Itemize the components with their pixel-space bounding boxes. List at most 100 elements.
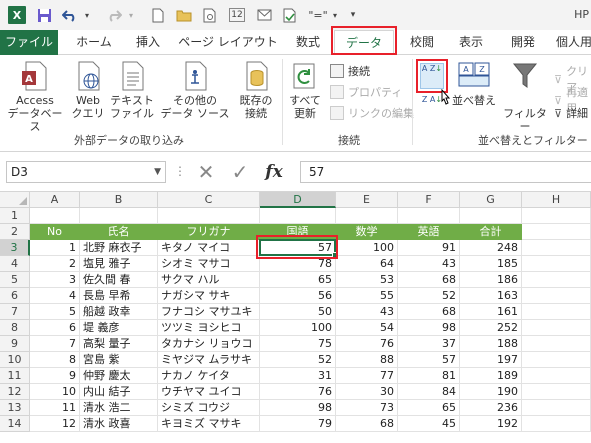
name-box[interactable]: D3 ▼: [6, 161, 166, 183]
table-header-cell[interactable]: フリガナ: [158, 224, 260, 240]
table-cell[interactable]: 佐久間 春: [80, 272, 158, 288]
redo-dropdown-icon[interactable]: ▾: [126, 6, 136, 24]
row-header-5[interactable]: 5: [0, 272, 30, 288]
empty-cell[interactable]: [522, 368, 591, 384]
table-cell[interactable]: 76: [336, 336, 398, 352]
email-icon[interactable]: [254, 6, 274, 24]
table-cell[interactable]: 45: [398, 416, 460, 432]
empty-cell[interactable]: [522, 256, 591, 272]
table-cell[interactable]: 仲野 慶太: [80, 368, 158, 384]
empty-cell[interactable]: [260, 208, 336, 224]
row-header-7[interactable]: 7: [0, 304, 30, 320]
tab-home[interactable]: ホーム: [66, 30, 122, 55]
table-cell[interactable]: 73: [336, 400, 398, 416]
empty-cell[interactable]: [522, 352, 591, 368]
table-cell[interactable]: 75: [260, 336, 336, 352]
table-cell[interactable]: 30: [336, 384, 398, 400]
row-header-9[interactable]: 9: [0, 336, 30, 352]
excel-icon[interactable]: X: [8, 6, 26, 24]
table-cell[interactable]: 宮島 紫: [80, 352, 158, 368]
dropdown-icon[interactable]: ▾: [330, 6, 340, 24]
worksheet-grid[interactable]: A B C D E F G H 1 2 3 4 5 6 7 8 9 10 11 12 13 14 No 氏名 フリガナ 国語 数学英…: [0, 192, 591, 443]
empty-cell[interactable]: [522, 208, 591, 224]
tab-insert[interactable]: 挿入: [126, 30, 170, 55]
table-header-cell[interactable]: 氏名: [80, 224, 158, 240]
table-cell[interactable]: 161: [460, 304, 522, 320]
table-cell[interactable]: 185: [460, 256, 522, 272]
empty-cell[interactable]: [522, 304, 591, 320]
empty-cell[interactable]: [522, 224, 591, 240]
edit-links-button[interactable]: リンクの編集: [330, 105, 414, 121]
table-cell[interactable]: 2: [30, 256, 80, 272]
row-header-14[interactable]: 14: [0, 416, 30, 432]
enter-icon[interactable]: ✓: [228, 160, 252, 184]
sort-ascending-button[interactable]: A Z↓: [420, 63, 444, 89]
empty-cell[interactable]: [336, 208, 398, 224]
row-header-8[interactable]: 8: [0, 320, 30, 336]
table-cell[interactable]: 清水 浩二: [80, 400, 158, 416]
table-cell[interactable]: 長島 早希: [80, 288, 158, 304]
empty-cell[interactable]: [522, 416, 591, 432]
undo-dropdown-icon[interactable]: ▾: [82, 6, 92, 24]
table-cell[interactable]: 43: [336, 304, 398, 320]
table-header-cell[interactable]: 国語: [260, 224, 336, 240]
table-header-cell[interactable]: 数学: [336, 224, 398, 240]
insert-function-icon[interactable]: fx: [262, 160, 286, 184]
row-header-6[interactable]: 6: [0, 288, 30, 304]
web-query-button[interactable]: Web クエリ: [70, 61, 106, 120]
table-cell[interactable]: 163: [460, 288, 522, 304]
table-cell[interactable]: 50: [260, 304, 336, 320]
table-cell[interactable]: サクマ ハル: [158, 272, 260, 288]
tab-personal[interactable]: 個人用: [552, 30, 591, 55]
table-cell[interactable]: 197: [460, 352, 522, 368]
table-cell[interactable]: 236: [460, 400, 522, 416]
table-cell[interactable]: 堤 義彦: [80, 320, 158, 336]
column-header-D[interactable]: D: [260, 192, 336, 208]
column-header-A[interactable]: A: [30, 192, 80, 208]
empty-cell[interactable]: [522, 320, 591, 336]
connections-button[interactable]: 接続: [330, 63, 370, 79]
row-header-11[interactable]: 11: [0, 368, 30, 384]
tab-review[interactable]: 校閲: [400, 30, 444, 55]
table-cell[interactable]: 78: [260, 256, 336, 272]
save-icon[interactable]: [34, 6, 54, 24]
text-file-button[interactable]: テキスト ファイル: [106, 61, 158, 120]
fill-handle[interactable]: [332, 252, 338, 258]
tab-file[interactable]: ファイル: [0, 30, 58, 55]
formula-bar-grip-icon[interactable]: ⋮: [174, 164, 186, 178]
row-header-4[interactable]: 4: [0, 256, 30, 272]
table-cell[interactable]: 54: [336, 320, 398, 336]
table-cell[interactable]: 68: [336, 416, 398, 432]
empty-cell[interactable]: [522, 272, 591, 288]
table-cell[interactable]: 52: [398, 288, 460, 304]
table-cell[interactable]: 98: [260, 400, 336, 416]
table-cell[interactable]: 清水 政喜: [80, 416, 158, 432]
table-cell[interactable]: 3: [30, 272, 80, 288]
table-cell[interactable]: 1: [30, 240, 80, 256]
undo-icon[interactable]: [60, 6, 80, 24]
table-cell[interactable]: 65: [398, 400, 460, 416]
table-cell[interactable]: 188: [460, 336, 522, 352]
cancel-icon[interactable]: ✕: [194, 160, 218, 184]
table-cell[interactable]: 68: [398, 272, 460, 288]
table-cell[interactable]: 76: [260, 384, 336, 400]
column-header-C[interactable]: C: [158, 192, 260, 208]
table-cell[interactable]: 5: [30, 304, 80, 320]
table-cell[interactable]: 37: [398, 336, 460, 352]
empty-cell[interactable]: [398, 208, 460, 224]
column-header-B[interactable]: B: [80, 192, 158, 208]
table-cell[interactable]: 79: [260, 416, 336, 432]
table-cell[interactable]: 53: [336, 272, 398, 288]
redo-icon[interactable]: [104, 6, 124, 24]
table-cell[interactable]: 68: [398, 304, 460, 320]
table-cell[interactable]: 北野 麻衣子: [80, 240, 158, 256]
empty-cell[interactable]: [522, 400, 591, 416]
table-cell[interactable]: 81: [398, 368, 460, 384]
table-cell[interactable]: 98: [398, 320, 460, 336]
table-cell[interactable]: 内山 結子: [80, 384, 158, 400]
table-cell[interactable]: 7: [30, 336, 80, 352]
table-cell[interactable]: 64: [336, 256, 398, 272]
table-cell[interactable]: 9: [30, 368, 80, 384]
table-cell[interactable]: 52: [260, 352, 336, 368]
table-cell[interactable]: ナガシマ サキ: [158, 288, 260, 304]
